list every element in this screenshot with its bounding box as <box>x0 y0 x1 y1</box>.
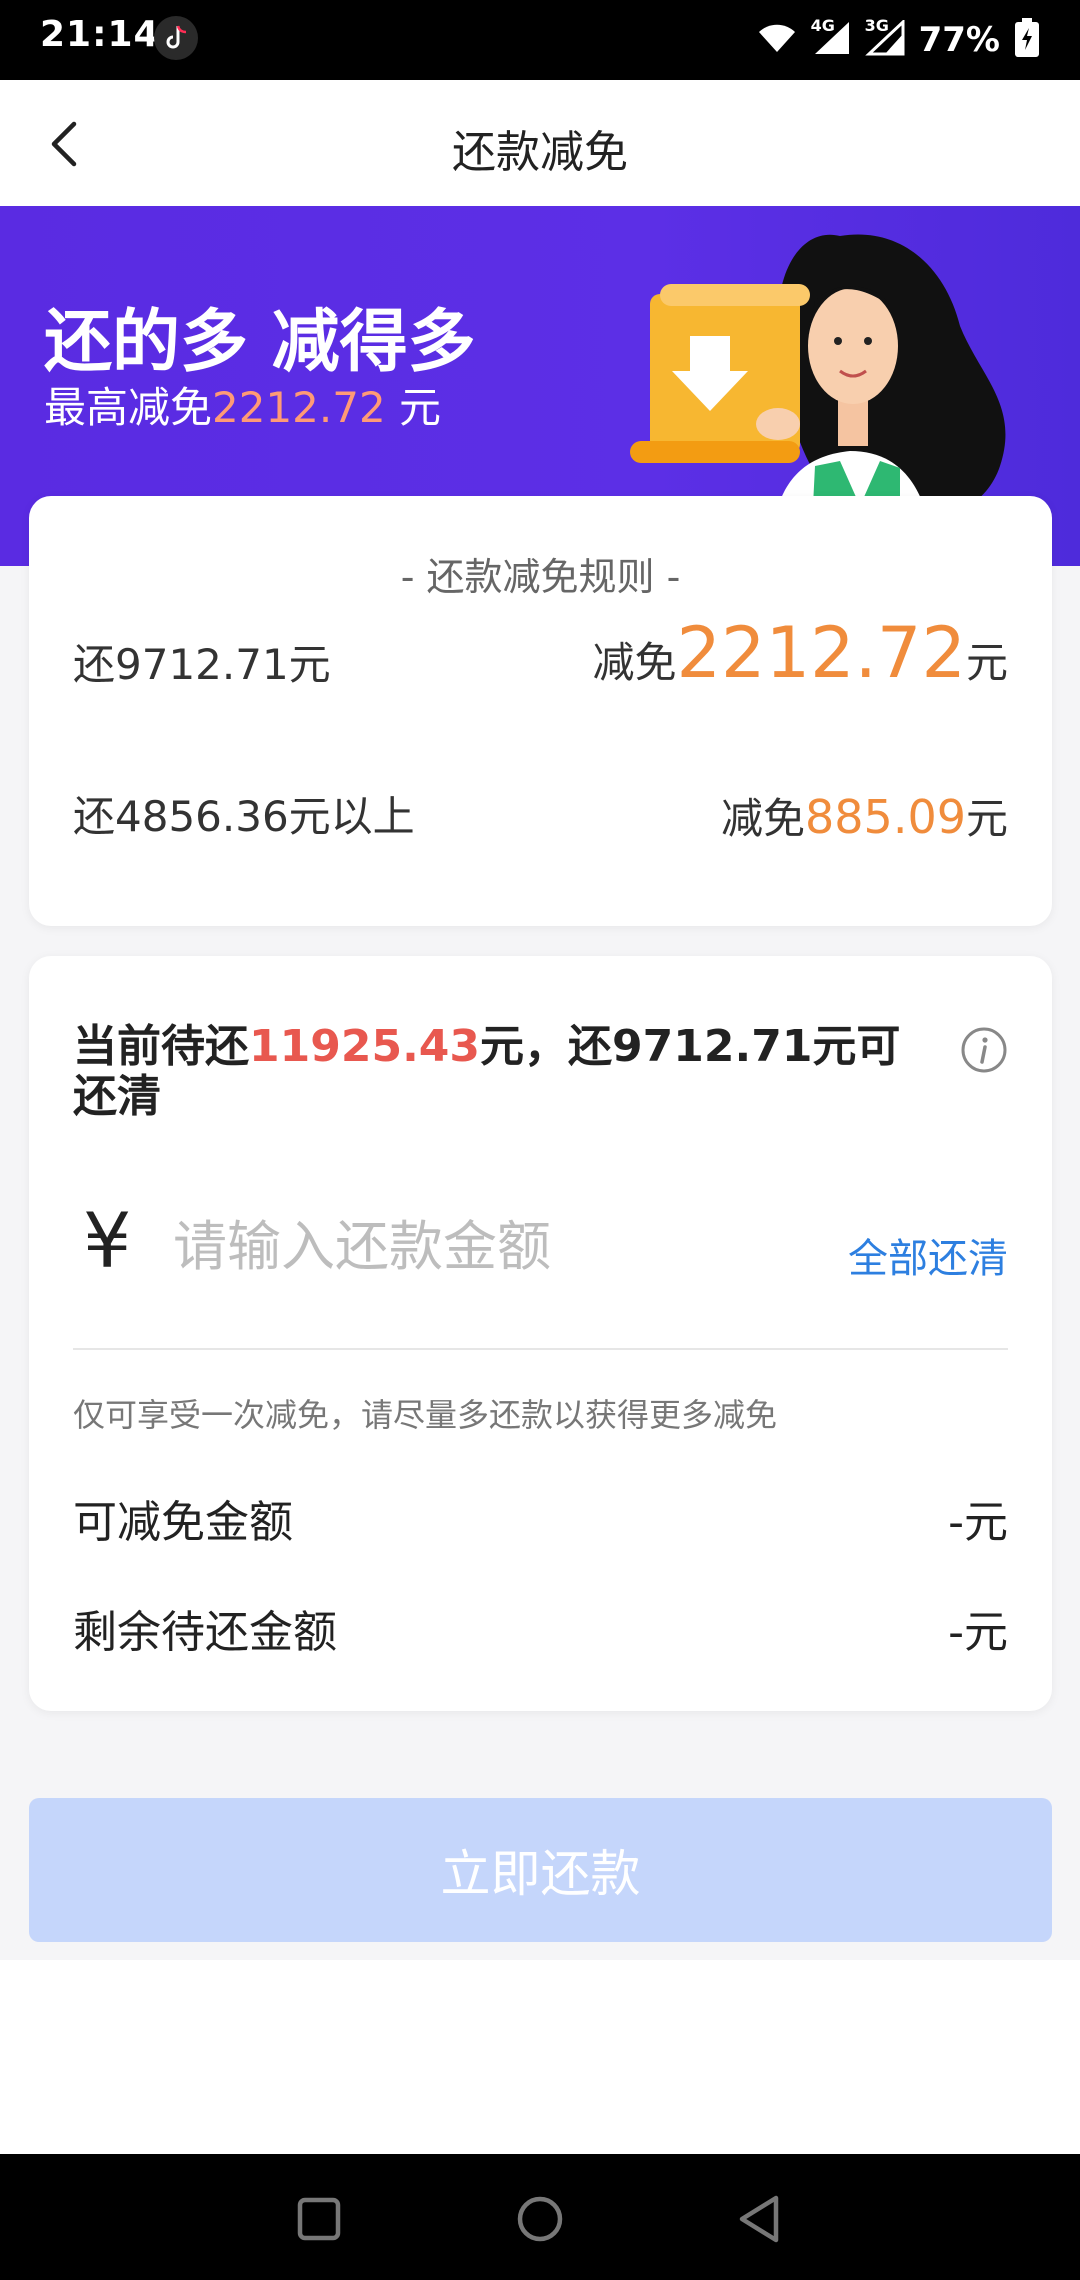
outstanding-prefix: 当前待还 <box>73 1021 249 1072</box>
detail-value: -元 <box>948 1607 1008 1658</box>
detail-row-discount: 可减免金额 -元 <box>73 1486 1008 1548</box>
recent-apps-icon[interactable] <box>284 2184 354 2254</box>
rule-discount-unit: 元 <box>965 638 1008 687</box>
rules-title: - 还款减免规则 - <box>400 555 681 599</box>
status-bar: 21:14 4G 3G 77% <box>0 0 1080 80</box>
network-3g-label: 3G <box>864 16 889 35</box>
yen-icon: ¥ <box>83 1196 132 1285</box>
system-nav-bar <box>0 2154 1080 2280</box>
tiktok-notification-icon <box>154 16 198 60</box>
detail-label: 可减免金额 <box>73 1497 293 1548</box>
network-4g-label: 4G <box>810 16 835 35</box>
banner-sub-suffix: 元 <box>385 383 442 432</box>
back-nav-icon[interactable] <box>726 2184 796 2254</box>
banner-max-amount: 2212.72 <box>212 383 386 432</box>
status-time: 21:14 <box>40 14 160 55</box>
divider <box>73 1348 1008 1350</box>
battery-icon <box>1014 18 1040 62</box>
amount-input-row: ¥ 全部还清 <box>73 1186 1008 1306</box>
wifi-icon <box>757 22 797 58</box>
battery-percent: 77% <box>918 20 1000 60</box>
repayment-amount-input[interactable] <box>173 1206 793 1286</box>
outstanding-amount: 11925.43 <box>249 1021 481 1072</box>
page-bottom-area <box>0 1960 1080 2154</box>
rule-repay-amount: 还4856.36元以上 <box>73 792 415 841</box>
pay-all-link[interactable]: 全部还清 <box>848 1226 1008 1284</box>
rule-discount-prefix: 减免 <box>592 638 677 687</box>
page-title: 还款减免 <box>452 127 628 178</box>
detail-value: -元 <box>948 1497 1008 1548</box>
rule-discount-amount: 2212.72 <box>676 612 966 694</box>
banner-sub-prefix: 最高减免 <box>44 383 213 432</box>
info-icon[interactable] <box>960 1026 1008 1074</box>
detail-row-remaining: 剩余待还金额 -元 <box>73 1596 1008 1658</box>
rule-discount-prefix: 减免 <box>721 794 806 843</box>
detail-label: 剩余待还金额 <box>73 1607 337 1658</box>
rule-discount: 减免885.09元 <box>721 785 1008 846</box>
rule-row: 还9712.71元 减免2212.72元 <box>73 612 1008 706</box>
signal-3g-icon: 3G <box>865 16 905 60</box>
home-icon[interactable] <box>505 2184 575 2254</box>
nav-bar: 还款减免 <box>0 80 1080 206</box>
signal-4g-icon: 4G <box>811 16 851 60</box>
repay-now-button[interactable]: 立即还款 <box>29 1798 1052 1942</box>
rule-row: 还4856.36元以上 减免885.09元 <box>73 778 1008 858</box>
rule-discount-unit: 元 <box>965 794 1008 843</box>
rule-repay-amount: 还9712.71元 <box>73 640 331 689</box>
banner-subtitle: 最高减免2212.72 元 <box>44 374 441 435</box>
repayment-card: 当前待还11925.43元，还9712.71元可还清 ¥ 全部还清 仅可享受一次… <box>29 956 1052 1711</box>
rules-card: - 还款减免规则 - 还9712.71元 减免2212.72元 还4856.36… <box>29 496 1052 926</box>
banner-headline: 还的多 减得多 <box>44 303 476 382</box>
status-icons: 4G 3G 77% <box>757 14 1040 66</box>
rule-discount-amount: 885.09 <box>805 790 966 844</box>
outstanding-summary: 当前待还11925.43元，还9712.71元可还清 <box>73 1022 943 1122</box>
rule-discount: 减免2212.72元 <box>593 612 1009 694</box>
discount-notice: 仅可享受一次减免，请尽量多还款以获得更多减免 <box>73 1396 778 1434</box>
